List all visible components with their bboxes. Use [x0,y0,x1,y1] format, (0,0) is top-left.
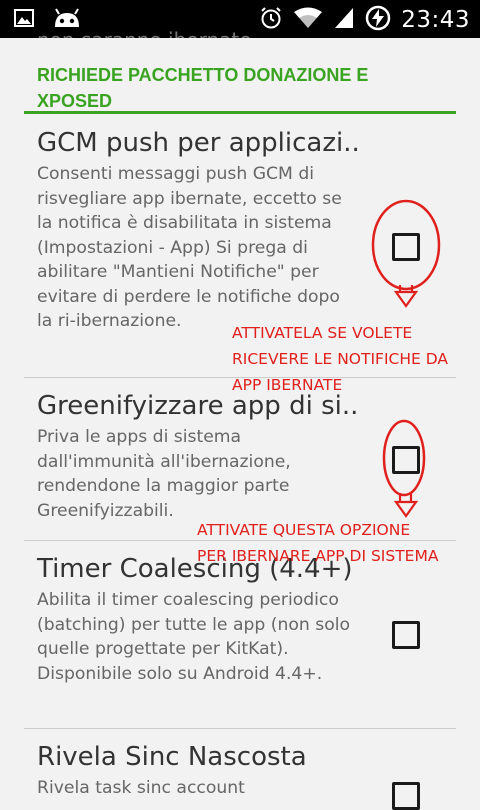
annotation-arrow [393,493,419,518]
annotation-circle [382,419,426,497]
annotation-text-notifications: ATTIVATELA SE VOLETE RICEVERE LE NOTIFIC… [232,324,448,394]
annotation-overlay [371,199,441,518]
annotation-circle [371,199,441,291]
annotation-text-system-apps: ATTIVATE QUESTA OPZIONE PER IBERNARE APP… [197,521,439,565]
